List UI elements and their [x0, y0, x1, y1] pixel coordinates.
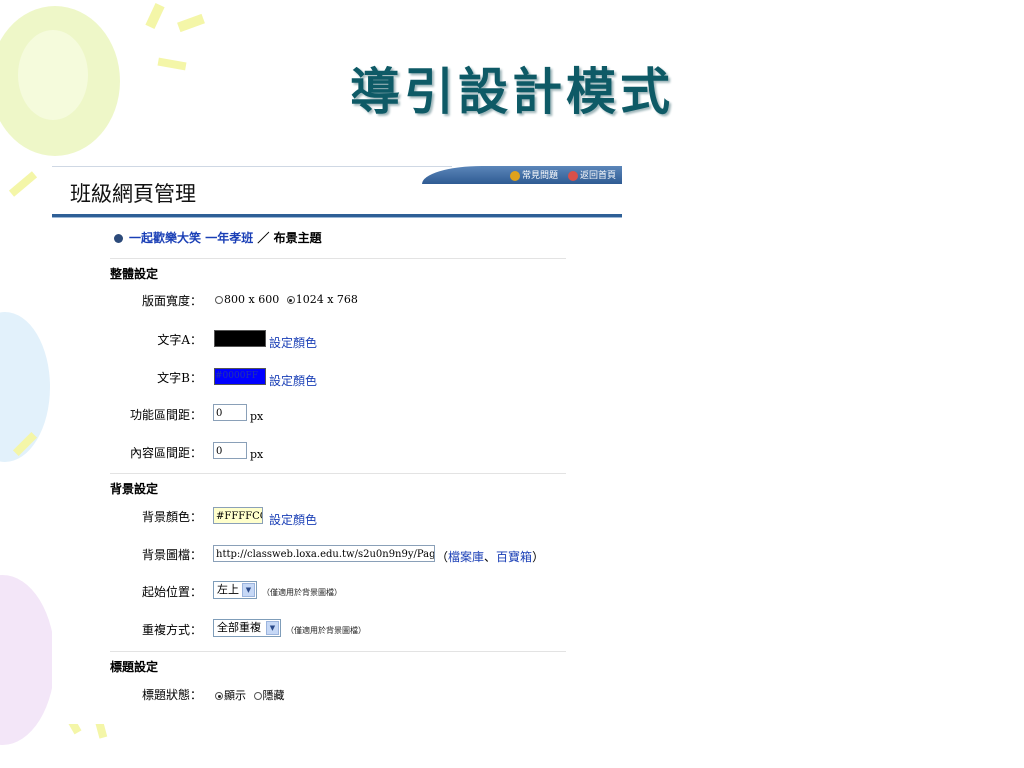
app-header: 常見問題 返回首頁 班級網頁管理	[52, 164, 622, 218]
divider	[110, 651, 566, 652]
decor-ray	[8, 171, 38, 197]
page-width-option-800[interactable]: 800 x 600	[215, 293, 279, 306]
radio-checked-icon	[215, 692, 223, 700]
page-width-option-1024[interactable]: 1024 x 768	[286, 293, 358, 306]
home-link[interactable]: 返回首頁	[567, 168, 616, 181]
func-spacing-unit: px	[250, 410, 264, 423]
decor-balloon-purple	[0, 575, 55, 745]
header-links: 常見問題 返回首頁	[509, 168, 616, 181]
title-state-option-hide[interactable]: 隱藏	[253, 689, 285, 702]
text-b-set-color-link[interactable]: 設定顏色	[269, 372, 317, 389]
bg-image-label: 背景圖檔：	[141, 548, 202, 562]
section-heading-background: 背景設定	[110, 482, 159, 496]
repeat-label: 重複方式：	[141, 623, 202, 637]
text-a-set-color-link[interactable]: 設定顏色	[269, 334, 317, 351]
breadcrumb-link-site[interactable]: 一起歡樂大笑	[129, 231, 201, 245]
text-b-color-swatch[interactable]: #0000FF	[214, 368, 266, 385]
home-icon	[567, 170, 578, 181]
func-spacing-label: 功能區間距：	[129, 408, 202, 422]
bg-color-set-color-link[interactable]: 設定顏色	[269, 511, 317, 528]
bg-color-input[interactable]: #FFFFCC	[213, 507, 263, 524]
bullet-icon	[114, 234, 123, 243]
app-name: 班級網頁管理	[70, 182, 196, 206]
bg-image-sources: （檔案庫、百寶箱）	[436, 550, 545, 564]
title-state-label: 標題狀態：	[141, 688, 202, 702]
section-heading-title: 標題設定	[110, 660, 159, 674]
divider	[110, 473, 566, 474]
breadcrumb-current: 布景主題	[273, 231, 322, 245]
bg-image-url-input[interactable]: http://classweb.loxa.edu.tw/s2u0n9n9y/Pa…	[213, 545, 435, 562]
decor-ray	[177, 13, 205, 33]
chevron-down-icon: ▼	[266, 621, 279, 635]
breadcrumb-link-class[interactable]: 一年孝班	[205, 231, 253, 245]
chevron-down-icon: ▼	[242, 583, 255, 597]
content-spacing-input[interactable]: 0	[213, 442, 247, 459]
start-position-note: （僅適用於背景圖檔）	[262, 588, 342, 597]
radio-icon	[215, 296, 223, 304]
faq-link[interactable]: 常見問題	[509, 168, 558, 181]
content-spacing-unit: px	[250, 448, 264, 461]
title-state-options: 顯示 隱藏	[215, 687, 289, 703]
radio-checked-icon	[286, 296, 295, 304]
help-icon	[509, 170, 520, 181]
header-divider-light	[52, 217, 622, 218]
text-b-label: 文字B：	[157, 371, 202, 385]
page-width-label: 版面寬度：	[141, 294, 202, 308]
repeat-note: （僅適用於背景圖檔）	[286, 626, 366, 635]
slide-title: 導引設計模式	[350, 62, 674, 121]
start-position-label: 起始位置：	[141, 585, 202, 599]
breadcrumb: 一起歡樂大笑 一年孝班 ／ 布景主題	[114, 229, 322, 246]
text-a-label: 文字A：	[157, 333, 202, 347]
header-top-line	[52, 166, 452, 167]
treasure-box-link[interactable]: 百寶箱	[496, 550, 532, 564]
section-heading-overall: 整體設定	[110, 267, 159, 281]
bg-color-label: 背景顏色：	[141, 510, 202, 524]
admin-screenshot-panel: 常見問題 返回首頁 班級網頁管理 一起歡樂大笑 一年孝班 ／ 布景主題 整體設定…	[52, 164, 622, 724]
divider	[110, 258, 566, 259]
repeat-select[interactable]: 全部重複 ▼	[213, 619, 281, 637]
page-width-options: 800 x 600 1024 x 768	[215, 293, 362, 306]
text-a-color-swatch[interactable]	[214, 330, 266, 347]
breadcrumb-separator: ／	[257, 231, 270, 245]
start-position-select[interactable]: 左上 ▼	[213, 581, 257, 599]
decor-ray	[145, 3, 165, 29]
radio-icon	[253, 692, 262, 700]
func-spacing-input[interactable]: 0	[213, 404, 247, 421]
content-spacing-label: 內容區間距：	[129, 446, 202, 460]
title-state-option-show[interactable]: 顯示	[215, 689, 246, 702]
file-library-link[interactable]: 檔案庫	[448, 550, 484, 564]
